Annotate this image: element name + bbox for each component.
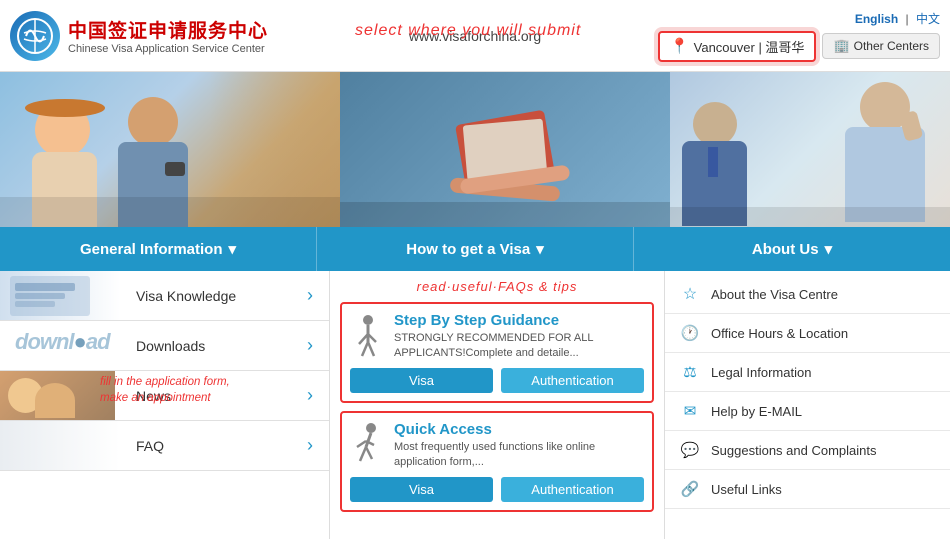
visa-knowledge-label: Visa Knowledge — [136, 288, 236, 304]
right-panel: ☆ About the Visa Centre 🕐 Office Hours &… — [665, 271, 950, 539]
visa-knowledge-item[interactable]: Visa Knowledge › — [0, 271, 329, 321]
card1-title: Step By Step Guidance — [394, 312, 644, 329]
downloads-arrow: › — [307, 335, 313, 356]
location-button[interactable]: 📍 Vancouver | 温哥华 — [658, 31, 816, 62]
header-right: English | 中文 📍 Vancouver | 温哥华 🏢 Other C… — [658, 10, 940, 62]
logo-circle — [10, 11, 60, 61]
nav-item-about[interactable]: About Us ▾ — [634, 227, 950, 271]
card2-content: Quick Access Most frequently used functi… — [394, 421, 644, 471]
card1-content: Step By Step Guidance STRONGLY RECOMMEND… — [394, 312, 644, 362]
office-hours-label: Office Hours & Location — [711, 326, 848, 341]
mid-panel: read·useful·FAQs & tips Step By Step Gui… — [330, 271, 665, 539]
site-name: 中国签证申请服务中心 Chinese Visa Application Serv… — [68, 16, 268, 55]
nav-item-visa[interactable]: How to get a Visa ▾ — [317, 227, 634, 271]
nav-about-arrow: ▾ — [825, 240, 833, 258]
useful-links-label: Useful Links — [711, 482, 782, 497]
lang-chinese-link[interactable]: 中文 — [916, 12, 940, 26]
building-icon: 🏢 — [833, 38, 849, 54]
content-area: Visa Knowledge › downl●ad Downloads › Ne… — [0, 271, 950, 539]
faq-arrow: › — [307, 435, 313, 456]
right-item-email[interactable]: ✉ Help by E-MAIL — [665, 392, 950, 431]
faq-hint: read·useful·FAQs & tips — [340, 279, 654, 294]
chat-icon: 💬 — [679, 439, 701, 461]
site-name-cn: 中国签证申请服务中心 — [68, 16, 268, 43]
nav-item-general[interactable]: General Information ▾ — [0, 227, 317, 271]
news-label: News — [136, 388, 171, 404]
nav-bar: General Information ▾ How to get a Visa … — [0, 227, 950, 271]
running-icon — [350, 421, 386, 471]
suggestions-label: Suggestions and Complaints — [711, 443, 877, 458]
news-arrow: › — [307, 385, 313, 406]
walking-icon — [350, 312, 386, 362]
card1-buttons: Visa Authentication — [350, 368, 644, 393]
hero-banner — [0, 72, 950, 227]
submit-hint: select where you will submit — [355, 22, 581, 40]
news-item[interactable]: News › fill in the application form, mak… — [0, 371, 329, 421]
lang-sep: | — [906, 12, 909, 26]
hero-right — [670, 72, 950, 227]
card1-desc: STRONGLY RECOMMENDED FOR ALL APPLICANTS!… — [394, 331, 644, 362]
step-by-step-card: Step By Step Guidance STRONGLY RECOMMEND… — [340, 302, 654, 403]
scale-icon: ⚖ — [679, 361, 701, 383]
visa-knowledge-arrow: › — [307, 285, 313, 306]
faq-label: FAQ — [136, 438, 164, 454]
other-centers-button[interactable]: 🏢 Other Centers — [822, 33, 940, 59]
legal-label: Legal Information — [711, 365, 811, 380]
downloads-label: Downloads — [136, 338, 205, 354]
logo-icon — [16, 17, 54, 55]
email-icon: ✉ — [679, 400, 701, 422]
location-row: 📍 Vancouver | 温哥华 🏢 Other Centers — [658, 31, 940, 62]
nav-visa-arrow: ▾ — [536, 240, 544, 258]
right-item-suggestions[interactable]: 💬 Suggestions and Complaints — [665, 431, 950, 470]
email-label: Help by E-MAIL — [711, 404, 802, 419]
lang-english-link[interactable]: English — [855, 12, 898, 26]
lang-selector: English | 中文 — [855, 10, 940, 27]
nav-about-label: About Us — [752, 241, 819, 258]
quick-access-card: Quick Access Most frequently used functi… — [340, 411, 654, 512]
card2-auth-button[interactable]: Authentication — [501, 477, 644, 502]
nav-general-label: General Information — [80, 241, 223, 258]
card2-buttons: Visa Authentication — [350, 477, 644, 502]
card1-auth-button[interactable]: Authentication — [501, 368, 644, 393]
about-label: About the Visa Centre — [711, 287, 838, 302]
other-centers-label: Other Centers — [854, 39, 929, 53]
card1-visa-button[interactable]: Visa — [350, 368, 493, 393]
star-icon: ☆ — [679, 283, 701, 305]
nav-visa-label: How to get a Visa — [406, 241, 530, 258]
hero-left — [0, 72, 340, 227]
nav-general-arrow: ▾ — [229, 240, 237, 258]
clock-icon: 🕐 — [679, 322, 701, 344]
site-name-en: Chinese Visa Application Service Center — [68, 43, 268, 55]
location-pin-icon: 📍 — [670, 37, 689, 55]
right-item-office-hours[interactable]: 🕐 Office Hours & Location — [665, 314, 950, 353]
right-item-legal[interactable]: ⚖ Legal Information — [665, 353, 950, 392]
location-text: Vancouver | 温哥华 — [694, 37, 805, 56]
hero-mid — [340, 72, 670, 227]
faq-item[interactable]: FAQ › — [0, 421, 329, 471]
right-item-about[interactable]: ☆ About the Visa Centre — [665, 275, 950, 314]
right-item-links[interactable]: 🔗 Useful Links — [665, 470, 950, 509]
downloads-item[interactable]: downl●ad Downloads › — [0, 321, 329, 371]
logo-area: 中国签证申请服务中心 Chinese Visa Application Serv… — [10, 11, 268, 61]
card2-title: Quick Access — [394, 421, 644, 438]
left-panel: Visa Knowledge › downl●ad Downloads › Ne… — [0, 271, 330, 539]
header: 中国签证申请服务中心 Chinese Visa Application Serv… — [0, 0, 950, 72]
card2-visa-button[interactable]: Visa — [350, 477, 493, 502]
link-icon: 🔗 — [679, 478, 701, 500]
card2-desc: Most frequently used functions like onli… — [394, 440, 644, 471]
